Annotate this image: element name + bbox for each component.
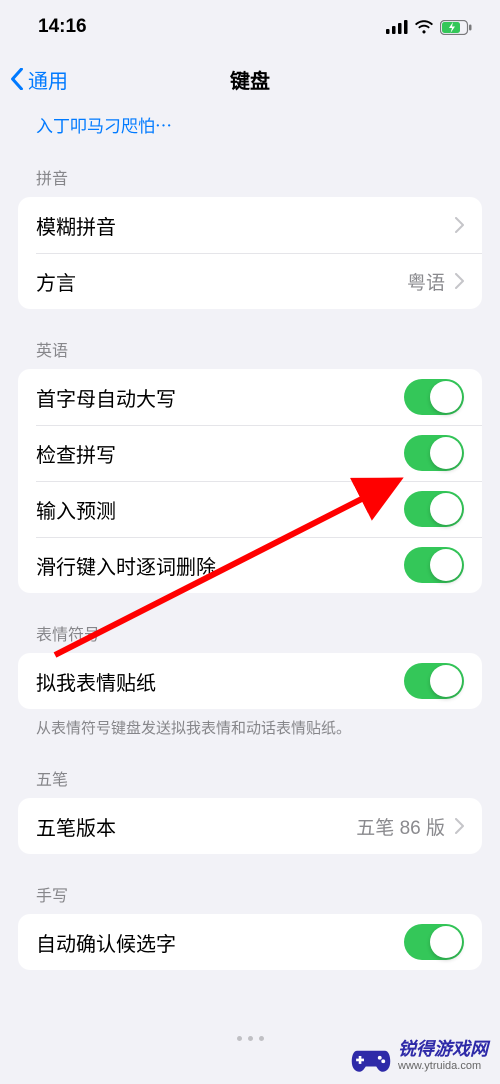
row-label: 输入预测 <box>36 495 116 524</box>
battery-charging-icon <box>440 20 472 35</box>
row-memoji-stickers: 拟我表情贴纸 <box>18 653 482 709</box>
status-indicators <box>386 20 472 35</box>
watermark-name: 锐得游戏网 <box>398 1040 488 1060</box>
watermark-url: www.ytruida.com <box>398 1060 488 1072</box>
row-label: 模糊拼音 <box>36 211 116 240</box>
section-header-handwriting: 手写 <box>0 854 500 914</box>
home-indicator <box>228 1036 272 1042</box>
toggle-check-spelling[interactable] <box>404 435 464 471</box>
toggle-auto-confirm[interactable] <box>404 924 464 960</box>
list-emoji: 拟我表情贴纸 <box>18 653 482 709</box>
wifi-icon <box>414 20 434 34</box>
row-label: 自动确认候选字 <box>36 928 176 957</box>
row-label: 检查拼写 <box>36 439 116 468</box>
section-header-wubi: 五笔 <box>0 738 500 798</box>
toggle-slide-delete[interactable] <box>404 547 464 583</box>
list-handwriting: 自动确认候选字 <box>18 914 482 970</box>
row-fuzzy-pinyin[interactable]: 模糊拼音 <box>18 197 482 253</box>
list-pinyin: 模糊拼音 方言 粤语 <box>18 197 482 309</box>
row-check-spelling: 检查拼写 <box>18 425 482 481</box>
nav-bar: 通用 键盘 <box>0 54 500 104</box>
chevron-right-icon <box>455 818 464 834</box>
row-value: 粤语 <box>407 268 445 295</box>
toggle-predictive[interactable] <box>404 491 464 527</box>
section-header-emoji: 表情符号 <box>0 593 500 653</box>
chevron-right-icon <box>455 273 464 289</box>
dictation-privacy-link[interactable]: 入丁叩马刁咫怕⋯ <box>0 104 500 137</box>
row-label: 滑行键入时逐词删除 <box>36 551 216 580</box>
row-auto-confirm: 自动确认候选字 <box>18 914 482 970</box>
row-dialect[interactable]: 方言 粤语 <box>18 253 482 309</box>
toggle-auto-capitalization[interactable] <box>404 379 464 415</box>
toggle-memoji-stickers[interactable] <box>404 663 464 699</box>
watermark: 锐得游戏网 www.ytruida.com <box>350 1038 488 1074</box>
row-label: 五笔版本 <box>36 812 116 841</box>
row-slide-delete: 滑行键入时逐词删除 <box>18 537 482 593</box>
section-footer-emoji: 从表情符号键盘发送拟我表情和动话表情贴纸。 <box>0 709 500 738</box>
chevron-right-icon <box>455 217 464 233</box>
back-label: 通用 <box>28 65 68 94</box>
chevron-left-icon <box>10 68 24 90</box>
cellular-icon <box>386 20 408 34</box>
back-button[interactable]: 通用 <box>10 65 68 94</box>
section-header-english: 英语 <box>0 309 500 369</box>
status-bar: 14:16 <box>0 0 500 54</box>
list-english: 首字母自动大写 检查拼写 输入预测 滑行键入时逐词删除 <box>18 369 482 593</box>
status-time: 14:16 <box>38 16 87 38</box>
row-auto-capitalization: 首字母自动大写 <box>18 369 482 425</box>
row-wubi-version[interactable]: 五笔版本 五笔 86 版 <box>18 798 482 854</box>
row-label: 方言 <box>36 267 76 296</box>
row-label: 首字母自动大写 <box>36 383 176 412</box>
page-title: 键盘 <box>0 65 500 94</box>
row-label: 拟我表情贴纸 <box>36 667 156 696</box>
list-wubi: 五笔版本 五笔 86 版 <box>18 798 482 854</box>
row-predictive: 输入预测 <box>18 481 482 537</box>
row-value: 五笔 86 版 <box>356 813 445 840</box>
section-header-pinyin: 拼音 <box>0 137 500 197</box>
gamepad-icon <box>350 1038 392 1074</box>
content: 入丁叩马刁咫怕⋯ 拼音 模糊拼音 方言 粤语 英语 首字母自动大写 检查拼写 <box>0 104 500 970</box>
